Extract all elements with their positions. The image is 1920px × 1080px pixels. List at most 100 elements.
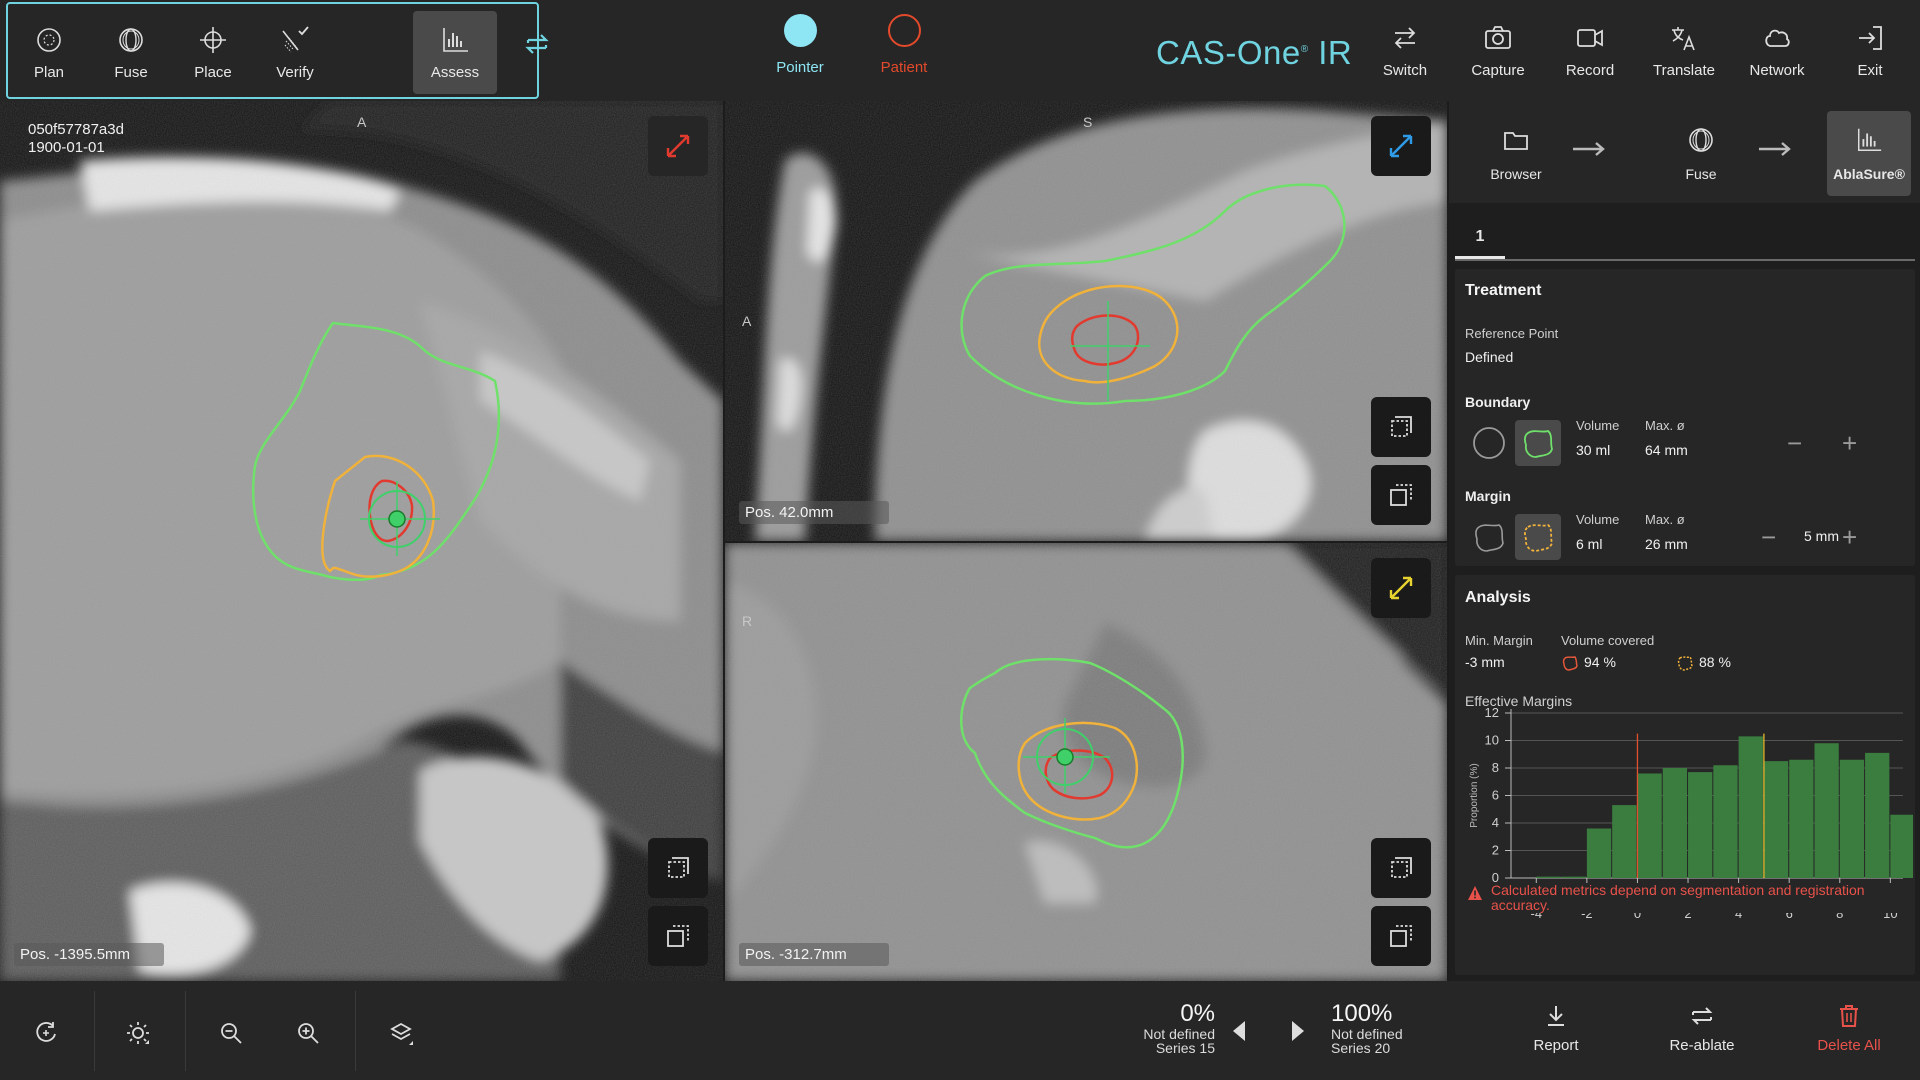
step-bar: Browser Fuse AblaSure® [1449, 101, 1920, 203]
effective-margins-histogram: Proportion (%)024681012-4 -2 0 2 4 6 8 10 [1469, 705, 1913, 921]
crop-button[interactable] [1371, 397, 1431, 457]
reset-view-button[interactable] [26, 1013, 66, 1053]
y-tick-label: 6 [1492, 788, 1499, 803]
chart-icon [443, 27, 468, 52]
switch-button[interactable]: Switch [1358, 2, 1452, 99]
min-margin-label: Min. Margin [1465, 633, 1533, 648]
crop-button[interactable] [1371, 838, 1431, 898]
margin-shape-icon [1677, 656, 1693, 671]
margin-max-label: Max. ø [1645, 512, 1685, 527]
place-button[interactable]: Place [172, 4, 254, 101]
margin-value: 5 mm [1804, 528, 1839, 544]
margin-decrease-button[interactable]: − [1761, 524, 1776, 550]
report-button[interactable]: Report [1496, 1003, 1616, 1065]
tab-bar: 1 [1455, 217, 1915, 261]
cloud-icon [1765, 29, 1790, 47]
slab-button[interactable] [1371, 906, 1431, 966]
next-series-button[interactable] [1292, 1021, 1304, 1041]
step-browser[interactable]: Browser [1475, 111, 1557, 196]
axial-ct-image [0, 101, 723, 981]
expand-coronal-button[interactable] [1371, 558, 1431, 618]
trash-icon [1840, 1005, 1858, 1027]
action-bar: Report Re-ablate Delete All [1449, 981, 1920, 1080]
histogram-bar [1865, 752, 1890, 878]
margin-shape-icon [1524, 523, 1553, 552]
boundary-increase-button[interactable]: + [1842, 430, 1857, 456]
histogram-bar [1814, 743, 1839, 878]
margin-title: Margin [1465, 488, 1511, 504]
toolbar-separator [355, 991, 356, 1071]
assess-button[interactable]: Assess [413, 11, 497, 94]
sagittal-viewport[interactable]: S A Pos. 42.0mm [725, 101, 1447, 541]
y-tick-label: 8 [1492, 760, 1499, 775]
reablate-icon [1691, 1007, 1713, 1025]
expand-icon [666, 134, 690, 158]
record-button[interactable]: Record [1543, 2, 1637, 99]
covered-margin-value: 88 % [1699, 654, 1731, 670]
crop-icon [1391, 416, 1412, 437]
zoom-out-button[interactable] [211, 1013, 251, 1053]
boundary-decrease-button[interactable]: − [1787, 430, 1802, 456]
delete-all-button[interactable]: Delete All [1789, 1003, 1909, 1065]
arrow-right-icon [1759, 142, 1791, 156]
coronal-ct-image [725, 543, 1447, 981]
y-tick-label: 12 [1485, 705, 1499, 720]
exit-icon [1859, 25, 1882, 50]
dashed-shape-icon [1475, 524, 1504, 552]
reference-point-label: Reference Point [1465, 326, 1559, 341]
fuse-button[interactable]: Fuse [90, 4, 172, 101]
expand-icon [1389, 134, 1413, 158]
step-fuse[interactable]: Fuse [1660, 111, 1742, 196]
crop-button[interactable] [648, 838, 708, 898]
layers-button[interactable] [381, 1013, 421, 1053]
zoom-in-button[interactable] [288, 1013, 328, 1053]
y-axis-label: Proportion (%) [1469, 763, 1480, 827]
boundary-segmentation-button[interactable] [1515, 420, 1561, 466]
orientation-label-top: S [1083, 114, 1093, 130]
previous-series-button[interactable] [1233, 1021, 1245, 1041]
folder-icon [1504, 131, 1528, 150]
expand-sagittal-button[interactable] [1371, 116, 1431, 176]
treatment-card: Treatment Reference Point Defined Bounda… [1455, 269, 1915, 566]
exit-button[interactable]: Exit [1823, 2, 1917, 99]
top-toolbar: Plan Fuse Place Verify Assess Pointer Pa… [0, 0, 1920, 101]
coronal-viewport[interactable]: R Pos. -312.7mm [725, 543, 1447, 981]
histogram-bar [1738, 736, 1763, 878]
step-ablasure[interactable]: AblaSure® [1827, 111, 1911, 196]
expand-axial-button[interactable] [648, 116, 708, 176]
translate-button[interactable]: Translate [1637, 2, 1731, 99]
workflow-group: Plan Fuse Place Verify Assess [6, 2, 539, 99]
plan-button[interactable]: Plan [8, 4, 90, 101]
fuse-icon [1689, 127, 1713, 152]
boundary-shape-icon [1562, 656, 1578, 671]
window-level-button[interactable] [118, 1013, 158, 1053]
slab-button[interactable] [648, 906, 708, 966]
min-margin-value: -3 mm [1465, 654, 1505, 670]
reset-rotate-icon [36, 1022, 56, 1042]
margin-increase-button[interactable]: + [1842, 524, 1857, 550]
network-button[interactable]: Network [1730, 2, 1824, 99]
axial-viewport[interactable]: 050f57787a3d 1900-01-01 A Pos. -1395.5mm [0, 101, 723, 981]
camera-icon [1485, 25, 1511, 49]
boundary-sphere-button[interactable] [1466, 420, 1512, 466]
sagittal-position-label: Pos. 42.0mm [739, 501, 889, 524]
swap-workflow-icon[interactable] [522, 29, 552, 59]
pointer-mode-button[interactable]: Pointer [745, 14, 855, 86]
re-ablate-button[interactable]: Re-ablate [1642, 1003, 1762, 1065]
crosshair-icon [200, 26, 226, 53]
expand-icon [1389, 576, 1413, 600]
brand-logo: CAS-One® IR [1156, 34, 1353, 71]
margin-segmentation-button[interactable] [1515, 514, 1561, 560]
histogram-bar [1612, 805, 1637, 878]
margin-dashed-button[interactable] [1466, 514, 1512, 560]
verify-button[interactable]: Verify [254, 4, 336, 101]
covered-boundary-value: 94 % [1584, 654, 1616, 670]
histogram-bar [1713, 765, 1738, 878]
capture-button[interactable]: Capture [1451, 2, 1545, 99]
patient-mode-button[interactable]: Patient [849, 14, 959, 86]
tab-1[interactable]: 1 [1455, 217, 1505, 259]
margin-volume-label: Volume [1576, 512, 1620, 527]
patient-ring-icon [887, 14, 921, 47]
slab-button[interactable] [1371, 465, 1431, 525]
histogram-bar [1662, 768, 1688, 878]
